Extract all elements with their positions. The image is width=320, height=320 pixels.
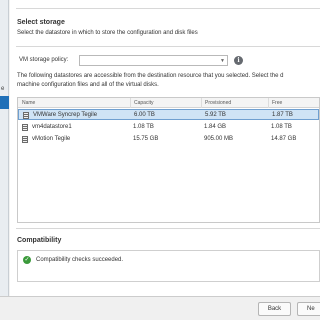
info-icon[interactable]: i [234,56,243,65]
column-divider [268,98,269,108]
datastore-capacity: 1.08 TB [133,124,154,130]
table-row[interactable]: vMotion Tegile 15.75 GB 905.00 MB 14.87 … [18,134,319,145]
wizard-nav: e [0,0,9,296]
datastore-capacity: 6.00 TB [134,112,155,118]
datastore-provisioned: 905.00 MB [204,136,234,142]
table-header: Name Capacity Provisioned Free [18,98,319,108]
storage-policy-select[interactable]: ▼ [79,55,228,66]
datastore-name: vm4datastore1 [32,124,72,130]
datastore-icon [22,124,28,131]
column-header-capacity[interactable]: Capacity [134,100,153,106]
compatibility-title: Compatibility [17,237,62,244]
datastore-provisioned: 1.84 GB [204,124,227,130]
check-circle-icon: ✓ [23,256,31,264]
datastore-free: 1.08 TB [271,124,292,130]
table-row[interactable]: vm4datastore1 1.08 TB 1.84 GB 1.08 TB [18,122,319,133]
column-header-free[interactable]: Free [272,100,282,106]
wizard-footer: Back Ne [0,296,320,320]
datastore-provisioned: 5.92 TB [205,112,226,118]
compatibility-panel: ✓ Compatibility checks succeeded. [17,250,320,282]
datastore-icon [22,136,28,143]
table-row[interactable]: VMWare Syncrep Tegile 6.00 TB 5.92 TB 1.… [18,109,319,120]
datastore-free: 1.87 TB [272,112,293,118]
chevron-down-icon[interactable]: ▼ [220,58,225,64]
page-subtitle: Select the datastore in which to store t… [17,30,198,36]
compatibility-message: Compatibility checks succeeded. [36,257,124,263]
description-line: machine configuration files and all of t… [17,82,159,88]
wizard-content: Select storage Select the datastore in w… [10,0,320,296]
column-header-provisioned[interactable]: Provisioned [205,100,231,106]
datastore-description: The following datastores are accessible … [17,72,320,90]
datastore-capacity: 15.75 GB [133,136,159,142]
storage-policy-label: VM storage policy: [19,57,69,63]
divider [16,46,320,47]
datastore-name: vMotion Tegile [32,136,71,142]
datastore-icon [23,112,29,119]
next-button[interactable]: Ne [297,302,320,316]
datastore-free: 14.87 GB [271,136,297,142]
page-title: Select storage [17,19,65,26]
datastore-table: Name Capacity Provisioned Free VMWare Sy… [17,97,320,223]
divider [16,8,320,9]
column-divider [130,98,131,108]
datastore-name: VMWare Syncrep Tegile [33,112,98,118]
divider [16,228,320,229]
nav-item-label-partial: e [1,86,5,92]
back-button[interactable]: Back [258,302,291,316]
column-header-name[interactable]: Name [22,100,35,106]
column-divider [201,98,202,108]
nav-item-active[interactable] [0,96,9,109]
description-line: The following datastores are accessible … [17,73,284,79]
